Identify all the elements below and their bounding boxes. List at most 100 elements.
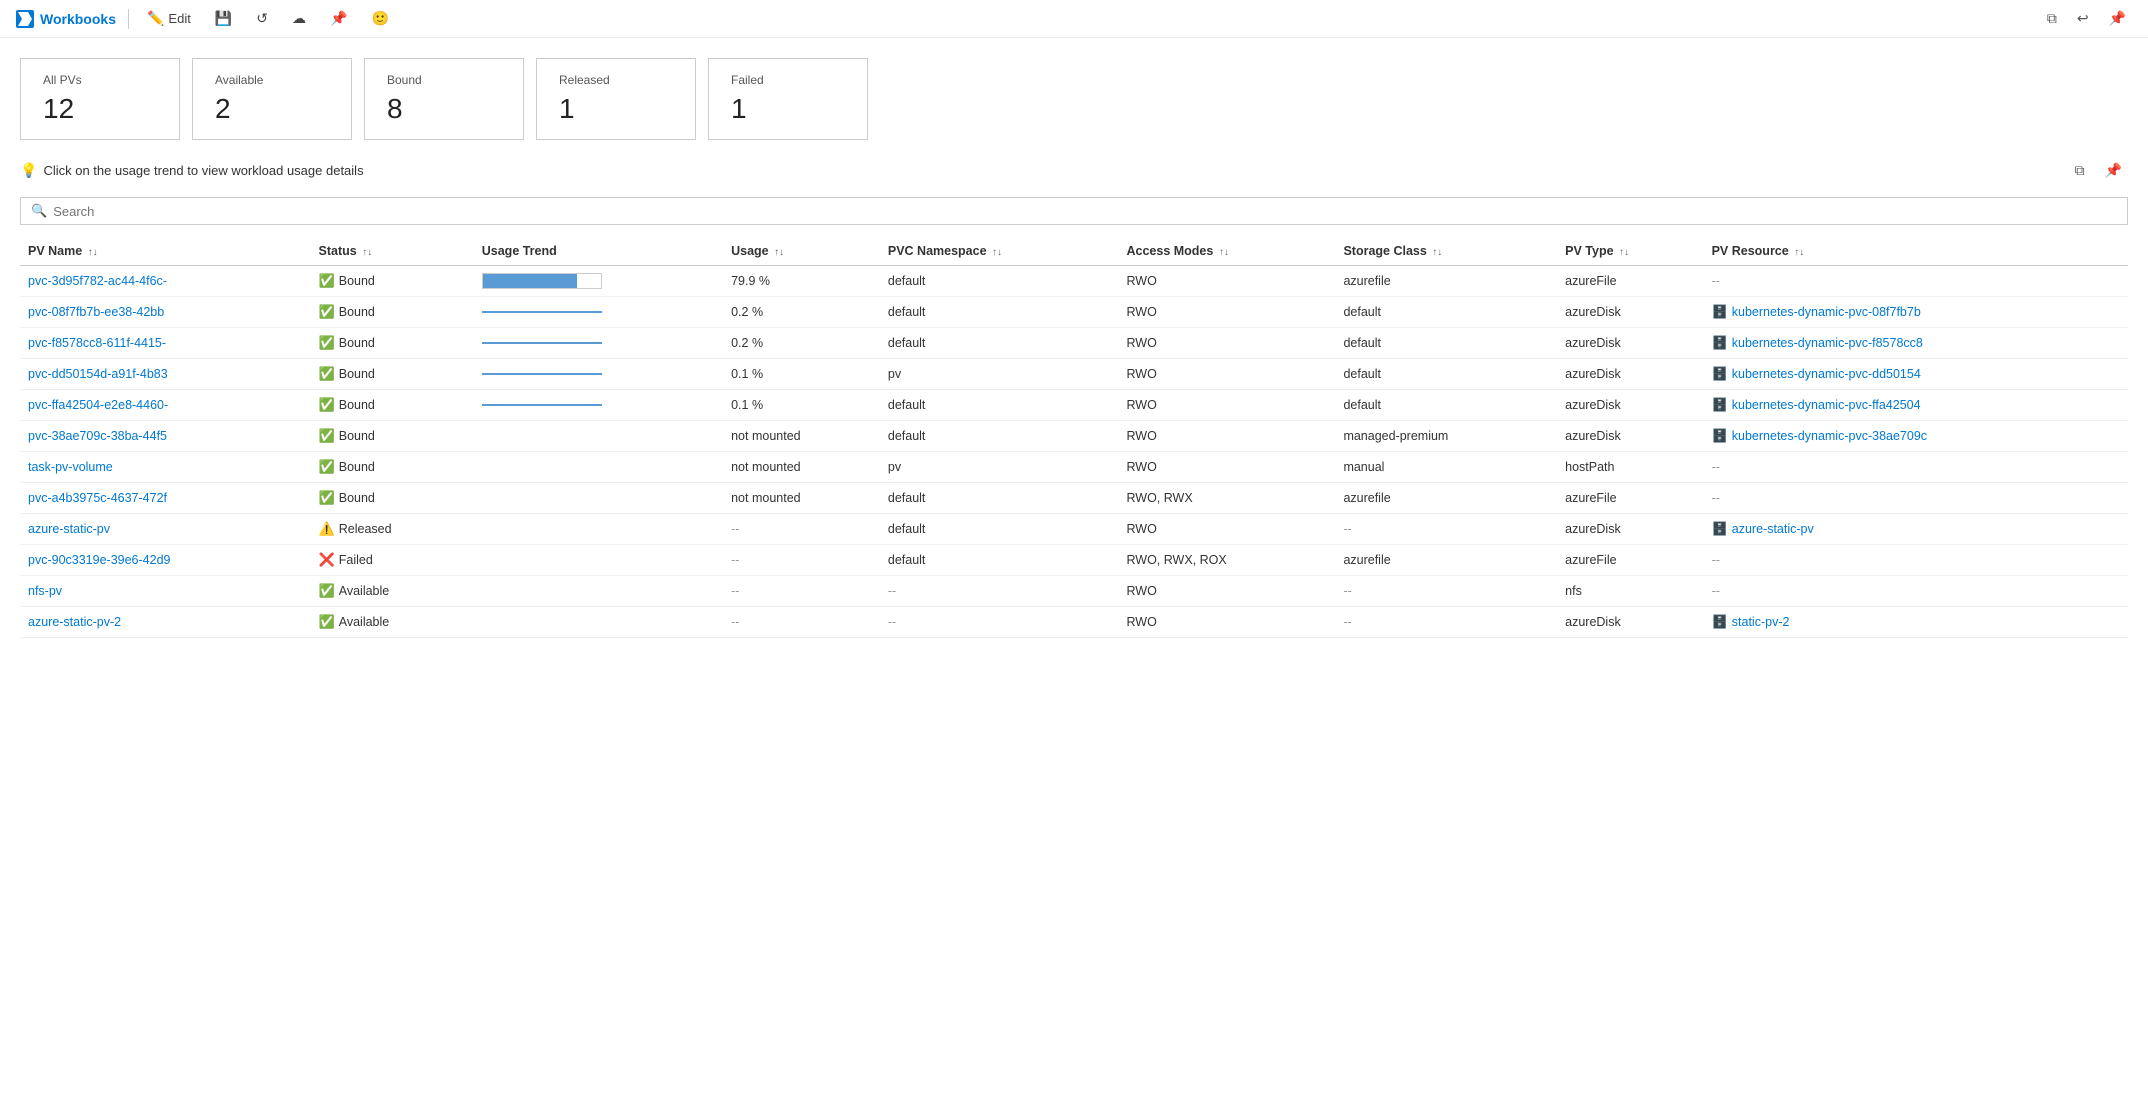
pv-resource-cell: 🗄️static-pv-2: [1704, 607, 2128, 638]
storage-class-cell: --: [1335, 576, 1557, 607]
pv-resource-link[interactable]: 🗄️kubernetes-dynamic-pvc-f8578cc8: [1712, 335, 1923, 351]
status-icon: ✅: [319, 273, 335, 289]
refresh-button[interactable]: ↺: [250, 8, 274, 29]
pv-resource-link[interactable]: 🗄️static-pv-2: [1712, 614, 1790, 630]
pv-name-link[interactable]: pvc-f8578cc8-611f-4415-: [28, 336, 166, 350]
pv-resource-link[interactable]: 🗄️azure-static-pv: [1712, 521, 1814, 537]
pv-type-cell: azureDisk: [1557, 390, 1703, 421]
usage-trend-cell[interactable]: [474, 514, 723, 545]
status-label: Failed: [339, 553, 373, 567]
search-bar: 🔍: [20, 197, 2128, 225]
pv-name-link[interactable]: pvc-ffa42504-e2e8-4460-: [28, 398, 168, 412]
usage-trend-cell[interactable]: [474, 607, 723, 638]
usage-trend-cell[interactable]: [474, 328, 723, 359]
emoji-button[interactable]: 🙂: [365, 8, 394, 29]
copy-button[interactable]: ⧉: [2041, 8, 2063, 29]
status-icon: ✅: [319, 335, 335, 351]
hint-pin-button[interactable]: 📌: [2099, 160, 2128, 181]
pvc-namespace-cell: pv: [880, 359, 1119, 390]
cloud-button[interactable]: ☁: [286, 8, 312, 29]
usage-trend-cell[interactable]: [474, 266, 723, 297]
toolbar-right-actions: ⧉ ↩ 📌: [2041, 8, 2132, 29]
usage-trend-cell[interactable]: [474, 576, 723, 607]
brand-icon: [16, 10, 34, 28]
expand-button[interactable]: 📌: [2103, 8, 2132, 29]
pv-name-cell: pvc-a4b3975c-4637-472f: [20, 483, 311, 514]
sort-icon-pv-type: ↑↓: [1619, 247, 1629, 258]
pv-resource-cell: 🗄️kubernetes-dynamic-pvc-38ae709c: [1704, 421, 2128, 452]
brand-label: Workbooks: [40, 11, 116, 27]
col-access-modes[interactable]: Access Modes ↑↓: [1118, 237, 1335, 266]
pv-name-link[interactable]: pvc-90c3319e-39e6-42d9: [28, 553, 170, 567]
pv-resource-cell: --: [1704, 452, 2128, 483]
summary-card-bound: Bound 8: [364, 58, 524, 140]
status-cell: ✅Bound: [311, 452, 474, 483]
access-modes-cell: RWO: [1118, 359, 1335, 390]
status-label: Bound: [339, 398, 375, 412]
pv-resource-link[interactable]: 🗄️kubernetes-dynamic-pvc-08f7fb7b: [1712, 304, 1921, 320]
storage-class-cell: azurefile: [1335, 545, 1557, 576]
access-modes-cell: RWO: [1118, 421, 1335, 452]
col-usage[interactable]: Usage ↑↓: [723, 237, 880, 266]
col-storage-class[interactable]: Storage Class ↑↓: [1335, 237, 1557, 266]
pv-name-link[interactable]: pvc-dd50154d-a91f-4b83: [28, 367, 168, 381]
status-badge: ✅Bound: [319, 397, 375, 413]
resource-icon: 🗄️: [1712, 397, 1728, 413]
usage-value-cell: 0.1 %: [723, 359, 880, 390]
usage-bar-wrap: [482, 273, 602, 289]
status-label: Released: [339, 522, 392, 536]
usage-value-cell: --: [723, 514, 880, 545]
undo-button[interactable]: ↩: [2071, 8, 2095, 29]
toolbar-sep: [128, 9, 129, 29]
storage-class-cell: azurefile: [1335, 266, 1557, 297]
pv-name-link[interactable]: pvc-08f7fb7b-ee38-42bb: [28, 305, 164, 319]
usage-trend-cell[interactable]: [474, 545, 723, 576]
search-input[interactable]: [53, 204, 2117, 219]
col-usage-trend[interactable]: Usage Trend: [474, 237, 723, 266]
summary-card-available: Available 2: [192, 58, 352, 140]
pv-resource-link[interactable]: 🗄️kubernetes-dynamic-pvc-ffa42504: [1712, 397, 1921, 413]
edit-button[interactable]: ✏️ Edit: [141, 8, 197, 29]
status-badge: ✅Bound: [319, 366, 375, 382]
usage-trend-cell[interactable]: [474, 483, 723, 514]
usage-trend-cell[interactable]: [474, 297, 723, 328]
status-cell: ✅Bound: [311, 483, 474, 514]
save-button[interactable]: 💾: [209, 8, 238, 29]
hint-copy-button[interactable]: ⧉: [2069, 160, 2091, 181]
table-container: PV Name ↑↓ Status ↑↓ Usage Trend Usage ↑…: [20, 237, 2128, 638]
storage-class-cell: default: [1335, 297, 1557, 328]
pv-type-cell: azureDisk: [1557, 297, 1703, 328]
pv-type-cell: azureFile: [1557, 266, 1703, 297]
pv-name-link[interactable]: azure-static-pv: [28, 522, 110, 536]
usage-trend-cell[interactable]: [474, 452, 723, 483]
pin-button[interactable]: 📌: [324, 8, 353, 29]
pv-type-cell: hostPath: [1557, 452, 1703, 483]
status-icon: ✅: [319, 459, 335, 475]
col-pv-type[interactable]: PV Type ↑↓: [1557, 237, 1703, 266]
pv-name-link[interactable]: azure-static-pv-2: [28, 615, 121, 629]
col-pv-name[interactable]: PV Name ↑↓: [20, 237, 311, 266]
pv-name-link[interactable]: task-pv-volume: [28, 460, 113, 474]
pv-name-cell: pvc-90c3319e-39e6-42d9: [20, 545, 311, 576]
usage-trend-cell[interactable]: [474, 390, 723, 421]
pv-name-link[interactable]: pvc-3d95f782-ac44-4f6c-: [28, 274, 167, 288]
usage-trend-cell[interactable]: [474, 421, 723, 452]
status-cell: ✅Available: [311, 607, 474, 638]
pv-name-link[interactable]: pvc-a4b3975c-4637-472f: [28, 491, 167, 505]
storage-class-cell: azurefile: [1335, 483, 1557, 514]
usage-trend-cell[interactable]: [474, 359, 723, 390]
summary-value-available: 2: [215, 93, 329, 125]
access-modes-cell: RWO: [1118, 607, 1335, 638]
col-status[interactable]: Status ↑↓: [311, 237, 474, 266]
pv-resource-cell: --: [1704, 545, 2128, 576]
pv-resource-cell: --: [1704, 576, 2128, 607]
pv-name-link[interactable]: pvc-38ae709c-38ba-44f5: [28, 429, 167, 443]
usage-value-cell: --: [723, 576, 880, 607]
col-pvc-namespace[interactable]: PVC Namespace ↑↓: [880, 237, 1119, 266]
pv-name-link[interactable]: nfs-pv: [28, 584, 62, 598]
pv-resource-link[interactable]: 🗄️kubernetes-dynamic-pvc-dd50154: [1712, 366, 1921, 382]
resource-icon: 🗄️: [1712, 335, 1728, 351]
pv-resource-link[interactable]: 🗄️kubernetes-dynamic-pvc-38ae709c: [1712, 428, 1927, 444]
summary-label-released: Released: [559, 73, 673, 87]
col-pv-resource[interactable]: PV Resource ↑↓: [1704, 237, 2128, 266]
